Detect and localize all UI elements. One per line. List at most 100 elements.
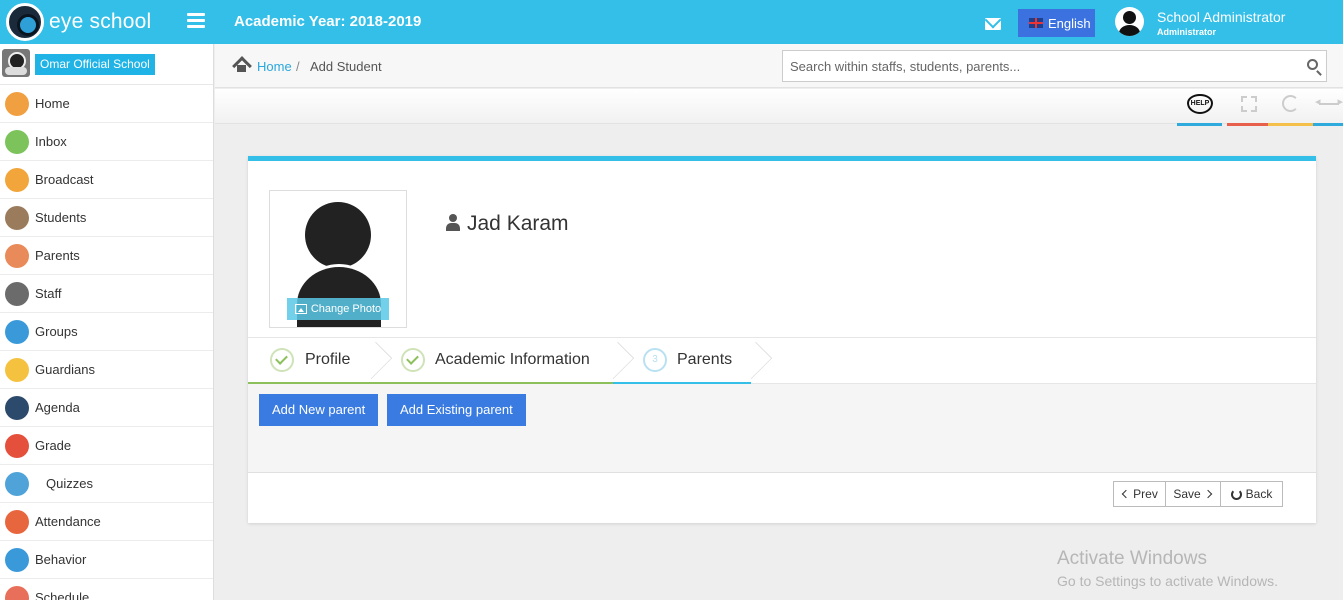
save-label: Save <box>1173 487 1201 501</box>
sidebar-item-label: Inbox <box>35 134 67 149</box>
tool-strip: HELP <box>215 89 1343 126</box>
sidebar-item-label: Groups <box>35 324 78 339</box>
back-button[interactable]: Back <box>1220 481 1283 507</box>
step-divider <box>753 338 769 383</box>
sidebar-item-students[interactable]: Students <box>0 199 213 237</box>
sidebar-item-label: Quizzes <box>46 476 93 491</box>
parents-actions: Add New parent Add Existing parent <box>248 384 1316 473</box>
back-label: Back <box>1245 487 1273 501</box>
user-name[interactable]: School Administrator <box>1157 9 1285 25</box>
breadcrumb-current: Add Student <box>310 59 382 74</box>
search-icon[interactable] <box>1307 59 1318 70</box>
add-student-panel: Change Photo Jad Karam Profile Academic … <box>248 156 1316 523</box>
step-parents-label: Parents <box>677 351 733 368</box>
home-icon[interactable] <box>233 58 250 72</box>
change-photo-button[interactable]: Change Photo <box>287 298 389 320</box>
change-photo-label: Change Photo <box>310 303 382 315</box>
sidebar-item-guardians[interactable]: Guardians <box>0 351 213 389</box>
behavior-icon <box>5 548 29 572</box>
add-new-parent-button[interactable]: Add New parent <box>259 394 379 426</box>
sidebar-item-schedule[interactable]: Schedule <box>0 579 213 600</box>
search-box <box>782 50 1327 82</box>
sidebar-item-label: Students <box>35 210 87 225</box>
quizzes-icon <box>5 472 29 496</box>
sidebar-item-staff[interactable]: Staff <box>0 275 213 313</box>
user-role: Administrator <box>1157 27 1217 37</box>
sidebar-item-label: Broadcast <box>35 172 94 187</box>
chevron-right-icon <box>1203 489 1212 499</box>
sidebar-item-quizzes[interactable]: Quizzes <box>0 465 213 503</box>
school-logo <box>2 49 30 77</box>
sidebar-item-label: Attendance <box>35 514 101 529</box>
sidebar-item-label: Behavior <box>35 552 87 567</box>
refresh-tool-bar <box>1268 123 1313 126</box>
student-name: Jad Karam <box>467 212 569 235</box>
broadcast-icon <box>5 168 29 192</box>
expand-icon <box>1241 96 1257 112</box>
attendance-icon <box>5 510 29 534</box>
students-icon <box>5 206 29 230</box>
home-icon <box>5 92 29 116</box>
sidebar-item-groups[interactable]: Groups <box>0 313 213 351</box>
check-circle-icon <box>270 348 294 372</box>
undo-icon <box>1230 488 1242 500</box>
student-photo-box: Change Photo <box>269 190 407 328</box>
add-existing-parent-button[interactable]: Add Existing parent <box>387 394 526 426</box>
sidebar-item-inbox[interactable]: Inbox <box>0 123 213 161</box>
search-input[interactable] <box>783 51 1293 81</box>
schedule-icon <box>5 586 29 600</box>
sidebar-item-label: Parents <box>35 248 80 263</box>
parents-icon <box>5 244 29 268</box>
image-icon <box>294 304 307 314</box>
sidebar: Omar Official School Home Inbox Broadcast S… <box>0 44 214 600</box>
avatar-head <box>305 202 371 268</box>
user-avatar[interactable] <box>1115 7 1144 36</box>
sidebar-item-agenda[interactable]: Agenda <box>0 389 213 427</box>
sidebar-item-behavior[interactable]: Behavior <box>0 541 213 579</box>
refresh-icon <box>1282 95 1299 112</box>
collapse-tool-bar <box>1313 123 1343 126</box>
prev-label: Prev <box>1133 487 1158 501</box>
step-profile[interactable]: Profile <box>248 338 371 384</box>
refresh-tool[interactable] <box>1268 89 1313 126</box>
help-icon: HELP <box>1187 94 1213 114</box>
groups-icon <box>5 320 29 344</box>
mail-icon[interactable] <box>985 18 1001 30</box>
prev-button[interactable]: Prev <box>1113 481 1166 507</box>
breadcrumb-bar: Home / Add Student <box>215 44 1343 88</box>
grade-icon <box>5 434 29 458</box>
menu-toggle-icon[interactable] <box>187 13 205 29</box>
step-parents[interactable]: 3 Parents <box>613 338 751 384</box>
breadcrumb-home[interactable]: Home <box>257 59 292 74</box>
collapse-tool[interactable] <box>1313 89 1343 126</box>
sidebar-item-attendance[interactable]: Attendance <box>0 503 213 541</box>
sidebar-item-grade[interactable]: Grade <box>0 427 213 465</box>
sidebar-item-label: Agenda <box>35 400 80 415</box>
sidebar-item-label: Guardians <box>35 362 95 377</box>
fullscreen-tool[interactable] <box>1227 89 1272 126</box>
sidebar-nav: Home Inbox Broadcast Students Parents Staff Gr… <box>0 85 213 600</box>
wizard-steps: Profile Academic Information 3 Parents <box>248 337 1316 384</box>
language-button[interactable]: English <box>1018 9 1095 37</box>
breadcrumb-separator: / <box>296 59 300 74</box>
eye-school-logo[interactable] <box>6 3 44 41</box>
step-number-icon: 3 <box>643 348 667 372</box>
windows-watermark-title: Activate Windows <box>1057 548 1207 569</box>
help-tool-bar <box>1177 123 1222 126</box>
step-profile-label: Profile <box>305 351 351 368</box>
school-row: Omar Official School <box>0 44 213 85</box>
sidebar-item-broadcast[interactable]: Broadcast <box>0 161 213 199</box>
guardians-icon <box>5 358 29 382</box>
fullscreen-tool-bar <box>1227 123 1272 126</box>
top-navbar: eye school Academic Year: 2018-2019 Engl… <box>0 0 1343 44</box>
sidebar-item-parents[interactable]: Parents <box>0 237 213 275</box>
school-name-badge[interactable]: Omar Official School <box>35 54 155 75</box>
step-academic-information[interactable]: Academic Information <box>371 338 613 384</box>
brand-name[interactable]: eye school <box>49 10 151 34</box>
save-button[interactable]: Save <box>1165 481 1221 507</box>
sidebar-item-label: Home <box>35 96 70 111</box>
sidebar-item-label: Grade <box>35 438 72 453</box>
sidebar-item-home[interactable]: Home <box>0 85 213 123</box>
step-academic-label: Academic Information <box>435 351 590 368</box>
help-tool[interactable]: HELP <box>1177 89 1222 126</box>
